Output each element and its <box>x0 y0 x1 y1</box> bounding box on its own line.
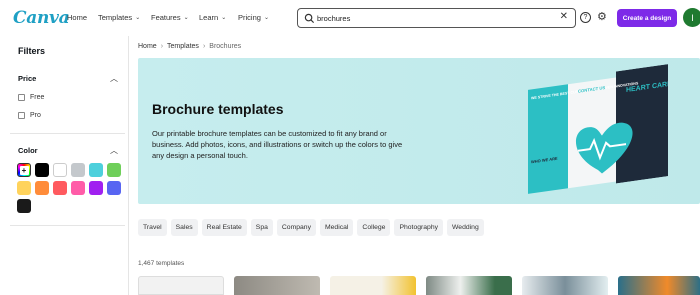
swatch-dark[interactable] <box>17 199 31 213</box>
template-thumbnail[interactable] <box>522 276 608 295</box>
filters-sidebar: Filters Price ︿ Free Pro Color ︿ + <box>0 36 129 295</box>
tag-college[interactable]: College <box>357 219 391 236</box>
nav-templates-label: Templates <box>98 13 133 22</box>
nav-features[interactable]: Features ⌄ <box>151 13 189 22</box>
chevron-down-icon: ⌄ <box>221 15 227 21</box>
swatch-green[interactable] <box>107 163 121 177</box>
avatar[interactable]: I <box>683 8 700 27</box>
swatch-turquoise[interactable] <box>89 163 103 177</box>
breadcrumb-current: Brochures <box>209 43 242 50</box>
page-title: Brochure templates <box>152 101 284 117</box>
color-section-title: Color <box>18 146 38 155</box>
breadcrumb: Home › Templates › Brochures <box>138 43 241 50</box>
search-input[interactable] <box>317 12 547 25</box>
checkbox[interactable] <box>18 94 25 101</box>
results-count: 1,467 templates <box>138 260 185 267</box>
top-header: Canva Home Templates ⌄ Features ⌄ Learn … <box>0 0 700 36</box>
chevron-up-icon[interactable]: ︿ <box>110 73 118 84</box>
chevron-down-icon: ⌄ <box>183 15 189 21</box>
nav-templates[interactable]: Templates ⌄ <box>98 13 140 22</box>
price-option-free[interactable]: Free <box>18 94 44 101</box>
breadcrumb-templates[interactable]: Templates <box>167 43 199 50</box>
checkbox[interactable] <box>18 112 25 119</box>
tag-company[interactable]: Company <box>276 219 316 236</box>
close-icon[interactable]: ✕ <box>560 11 568 22</box>
search-box[interactable]: ✕ <box>297 8 576 28</box>
swatch-red[interactable] <box>53 181 67 195</box>
gear-icon[interactable]: ⚙ <box>597 11 607 23</box>
chevron-up-icon[interactable]: ︿ <box>110 145 118 156</box>
breadcrumb-separator: › <box>202 43 206 50</box>
chevron-down-icon: ⌄ <box>135 15 141 21</box>
tag-real-estate[interactable]: Real Estate <box>201 219 247 236</box>
divider <box>10 225 125 226</box>
nav-pricing[interactable]: Pricing ⌄ <box>238 13 269 22</box>
nav-learn-label: Learn <box>199 13 219 22</box>
swatch-gray[interactable] <box>71 163 85 177</box>
nav-features-label: Features <box>151 13 181 22</box>
tag-medical[interactable]: Medical <box>319 219 354 236</box>
tag-wedding[interactable]: Wedding <box>447 219 484 236</box>
divider <box>10 133 125 134</box>
template-thumbnail[interactable] <box>234 276 320 295</box>
category-tags: Travel Sales Real Estate Spa Company Med… <box>138 219 484 236</box>
swatch-white[interactable] <box>53 163 67 177</box>
help-icon[interactable]: ? <box>580 12 591 23</box>
template-thumbnail[interactable] <box>618 276 700 295</box>
create-design-button[interactable]: Create a design <box>617 9 677 27</box>
nav-home[interactable]: Home <box>67 13 87 22</box>
search-icon <box>304 13 315 24</box>
swatch-purple[interactable] <box>89 181 103 195</box>
swatch-yellow[interactable] <box>17 181 31 195</box>
brochure-illustration: WE STRIVE THE BEST CURRENT AND PROVEN IN… <box>528 64 668 194</box>
swatch-orange[interactable] <box>35 181 49 195</box>
tag-photography[interactable]: Photography <box>394 219 444 236</box>
hero-description: Our printable brochure templates can be … <box>152 129 403 160</box>
tag-travel[interactable]: Travel <box>138 219 167 236</box>
swatch-black[interactable] <box>35 163 49 177</box>
swatch-blue[interactable] <box>107 181 121 195</box>
price-option-label: Pro <box>30 112 41 119</box>
nav-home-label: Home <box>67 13 88 22</box>
nav-pricing-label: Pricing <box>238 13 261 22</box>
nav-learn[interactable]: Learn ⌄ <box>199 13 226 22</box>
chevron-down-icon: ⌄ <box>263 15 269 21</box>
swatch-pink[interactable] <box>71 181 85 195</box>
template-thumbnail[interactable] <box>330 276 416 295</box>
price-section-title: Price <box>18 74 37 83</box>
swatch-multicolor[interactable]: + <box>17 163 31 177</box>
canva-logo[interactable]: Canva <box>13 8 70 28</box>
breadcrumb-separator: › <box>160 43 164 50</box>
template-thumbnail[interactable] <box>138 276 224 295</box>
price-option-pro[interactable]: Pro <box>18 112 41 119</box>
template-thumbnail[interactable] <box>426 276 512 295</box>
filters-title: Filters <box>18 46 46 56</box>
price-option-label: Free <box>30 94 45 101</box>
hero-banner: Brochure templates Our printable brochur… <box>138 58 700 204</box>
tag-sales[interactable]: Sales <box>170 219 198 236</box>
tag-spa[interactable]: Spa <box>250 219 273 236</box>
breadcrumb-home[interactable]: Home <box>138 43 157 50</box>
